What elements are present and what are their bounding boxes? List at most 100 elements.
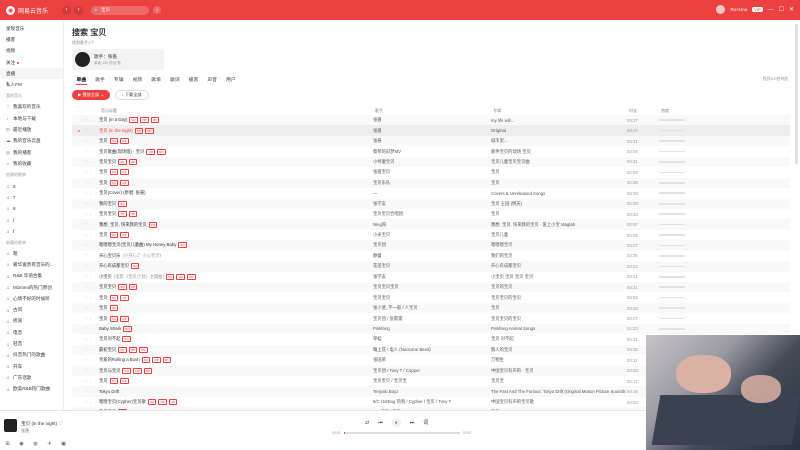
song-artist[interactable]: Teriyaki Boyz [373, 389, 491, 394]
table-row[interactable]: ♡ ↓ 宝贝歌曲(现场版) · 宝贝 VIP MV 蔡琴的旧梦MV 那件宝贝的现场 宝贝 03… [72, 146, 790, 156]
song-album[interactable]: 我们的宝贝 [491, 253, 627, 259]
vip-badge[interactable]: VIP [752, 7, 763, 12]
taskbar-app-icon[interactable]: ⊞ [4, 441, 11, 448]
sidebar-item[interactable]: ♫ 电音 [0, 327, 63, 338]
like-icon[interactable]: ♡ [84, 180, 88, 185]
song-title[interactable]: 小宝贝 (电影《宝贝计划》主题曲) SQ VIP MV [99, 273, 373, 280]
col-title[interactable]: 音乐标题 [101, 108, 375, 114]
download-icon[interactable]: ↓ [89, 274, 91, 279]
taskbar-app-icon[interactable]: ✈ [46, 441, 53, 448]
sidebar-item[interactable]: ♫ f [0, 214, 63, 225]
song-artist[interactable]: 张蔷宝贝 [373, 169, 491, 175]
download-icon[interactable]: ↓ [89, 212, 91, 217]
sidebar-item[interactable]: ♫ 轻音 [0, 338, 63, 349]
song-artist[interactable]: 鞠上花 / 电人 (Nocturne Band) [373, 347, 491, 353]
song-album[interactable]: 宝贝宝 [491, 378, 627, 384]
add-to-queue-icon[interactable]: + [101, 93, 103, 98]
song-title[interactable]: 嗯嗯嗯宝贝(宝贝儿童曲) My Honey Baby SQ [99, 242, 373, 249]
song-artist[interactable]: 草蜢 [373, 336, 491, 342]
sidebar-item[interactable]: ♫ 抖音热门的歌曲 [0, 350, 63, 361]
tab-5[interactable]: 歌词 [165, 76, 184, 85]
song-title[interactable]: 宝贝宝贝 SQ VIP [99, 211, 373, 218]
sidebar-item[interactable]: ♫ 8 [0, 203, 63, 214]
song-title[interactable]: 宝贝 SQ VIP [99, 232, 373, 239]
like-icon[interactable]: ♡ [84, 118, 88, 123]
tab-8[interactable]: 用户 [222, 76, 241, 85]
song-artist[interactable]: 张悬 [373, 138, 491, 144]
like-icon[interactable]: ♡ [84, 233, 88, 238]
song-artist[interactable]: Ning阳 [373, 222, 491, 228]
song-title[interactable]: 宝贝 (in a Day) SQ VIP MV [99, 117, 373, 124]
col-album[interactable]: 专辑 [493, 108, 629, 114]
table-row[interactable]: ♡ ↓ 宝贝 SQ VIP 张蔷宝贝 宝贝 02:59 [72, 167, 790, 177]
download-icon[interactable]: ↓ [89, 285, 91, 290]
album-cover[interactable] [4, 419, 17, 432]
like-icon[interactable]: ♡ [84, 316, 88, 321]
song-title[interactable]: 宝贝 SQ VIP [99, 294, 373, 301]
sidebar-item[interactable]: ☁ 我的音乐云盘 [0, 136, 63, 147]
table-row[interactable]: ♡ ↓ 宝贝 SQ 张小斐, 不一般 / 人宝贝 宝贝 03:33 [72, 302, 790, 314]
song-album[interactable]: 我想, 宝贝, 快来我的宝贝 · 爱上小宝 Maglab [491, 222, 627, 228]
table-row[interactable]: ♡ ↓ 开心有成都宝贝 SQ 花莲宝贝 开心有成都宝贝 03:24 [72, 261, 790, 272]
sidebar-item[interactable]: ♫ 心情不好的时候听 [0, 293, 63, 304]
like-icon[interactable]: ♡ [84, 306, 88, 311]
like-icon[interactable]: ♡ [84, 149, 88, 154]
sidebar-item[interactable]: ♫ 古风 [0, 305, 63, 316]
song-artist[interactable]: — [373, 191, 491, 196]
song-title[interactable]: 最初宝贝 SQ VIP MV [99, 346, 373, 353]
download-icon[interactable]: ↓ [89, 326, 91, 331]
like-icon[interactable]: ♡ [59, 421, 63, 426]
like-icon[interactable]: ♡ [84, 212, 88, 217]
song-album[interactable]: Covers & Unreleased Songs [491, 191, 627, 196]
song-album[interactable]: 宝贝宝贝的宝贝 [491, 295, 627, 301]
like-icon[interactable]: ♡ [84, 389, 88, 394]
download-icon[interactable]: ↓ [89, 159, 91, 164]
col-artist[interactable]: 歌手 [375, 108, 493, 114]
download-icon[interactable]: ↓ [89, 222, 91, 227]
sidebar-item[interactable]: ↓ 本地与下载 [0, 113, 63, 124]
tab-6[interactable]: 播客 [184, 76, 203, 85]
song-title[interactable]: 宝贝 SQ [99, 305, 373, 312]
song-title[interactable]: 宝贝宝贝 SQ VIP [99, 158, 373, 165]
tab-3[interactable]: 视频 [128, 76, 147, 85]
download-icon[interactable]: ↓ [89, 347, 91, 352]
song-title[interactable]: 宝贝 SQ VIP [99, 315, 373, 322]
song-artist[interactable]: 9/C HotDog 热狗 / Cypher / 宝贝 / Tony T [373, 399, 491, 405]
like-icon[interactable]: ♡ [84, 201, 88, 206]
table-row[interactable]: ♡ ↓ 宝贝 SQ VIP 宝贝乐队 宝贝 02:38 [72, 177, 790, 189]
taskbar-app-icon[interactable]: ◍ [32, 441, 39, 448]
song-album[interactable]: 城市里... [491, 138, 627, 144]
shuffle-icon[interactable]: ⇄ [365, 420, 369, 426]
sidebar-item[interactable]: ♫ 奢华富贵有音乐的... [0, 259, 63, 270]
like-icon[interactable]: ♡ [84, 347, 88, 352]
sidebar-item[interactable]: ◎ 我的播客 [0, 147, 63, 158]
table-row[interactable]: ♡ ↓ 宝贝宝贝 SQ VIP 宝贝宝贝合唱团 宝贝 03:33 [72, 209, 790, 219]
like-icon[interactable]: ♡ [84, 326, 88, 331]
sidebar-item[interactable]: ♫ 5 [0, 181, 63, 192]
song-album[interactable]: 宝贝儿童 [491, 232, 627, 238]
taskbar-app-icon[interactable]: ▣ [60, 441, 67, 448]
song-artist[interactable]: 宝贝乐队 [373, 180, 491, 186]
download-icon[interactable]: ↓ [89, 243, 91, 248]
download-icon[interactable]: ↓ [89, 316, 91, 321]
like-icon[interactable]: ♡ [84, 139, 88, 144]
app-logo[interactable]: ◉ 网易云音乐 [6, 5, 48, 15]
song-album[interactable]: 宝贝 [491, 180, 627, 186]
song-album[interactable]: 中国宝贝有声的 · 宝贝 [491, 368, 627, 374]
song-artist[interactable]: 宝贝宝贝合唱团 [373, 211, 491, 217]
like-icon[interactable]: ♡ [84, 222, 88, 227]
song-artist[interactable]: 小柯童宝贝 [373, 159, 491, 165]
artist-card[interactable]: 歌手：张蔷 单曲:100 粉丝:数 [72, 49, 164, 70]
song-artist[interactable]: 宝贝宝贝宝贝 [373, 284, 491, 290]
like-icon[interactable]: ♡ [84, 400, 88, 405]
song-album[interactable]: 宝贝儿童宝贝宝贝曲 [491, 159, 627, 165]
tab-2[interactable]: 专辑 [109, 76, 128, 85]
previous-icon[interactable]: ⏮ [378, 420, 383, 426]
like-icon[interactable]: ♡ [84, 159, 88, 164]
sidebar-item[interactable]: ◷ 最近播放 [0, 124, 63, 135]
song-artist[interactable]: 宝贝宝贝 [373, 295, 491, 301]
song-album[interactable]: 开心有成都宝贝 [491, 263, 627, 269]
download-icon[interactable]: ↓ [89, 139, 91, 144]
song-artist[interactable]: 宝贝宝贝 / 宝贝宝 [373, 378, 491, 384]
download-icon[interactable]: ↓ [89, 368, 91, 373]
